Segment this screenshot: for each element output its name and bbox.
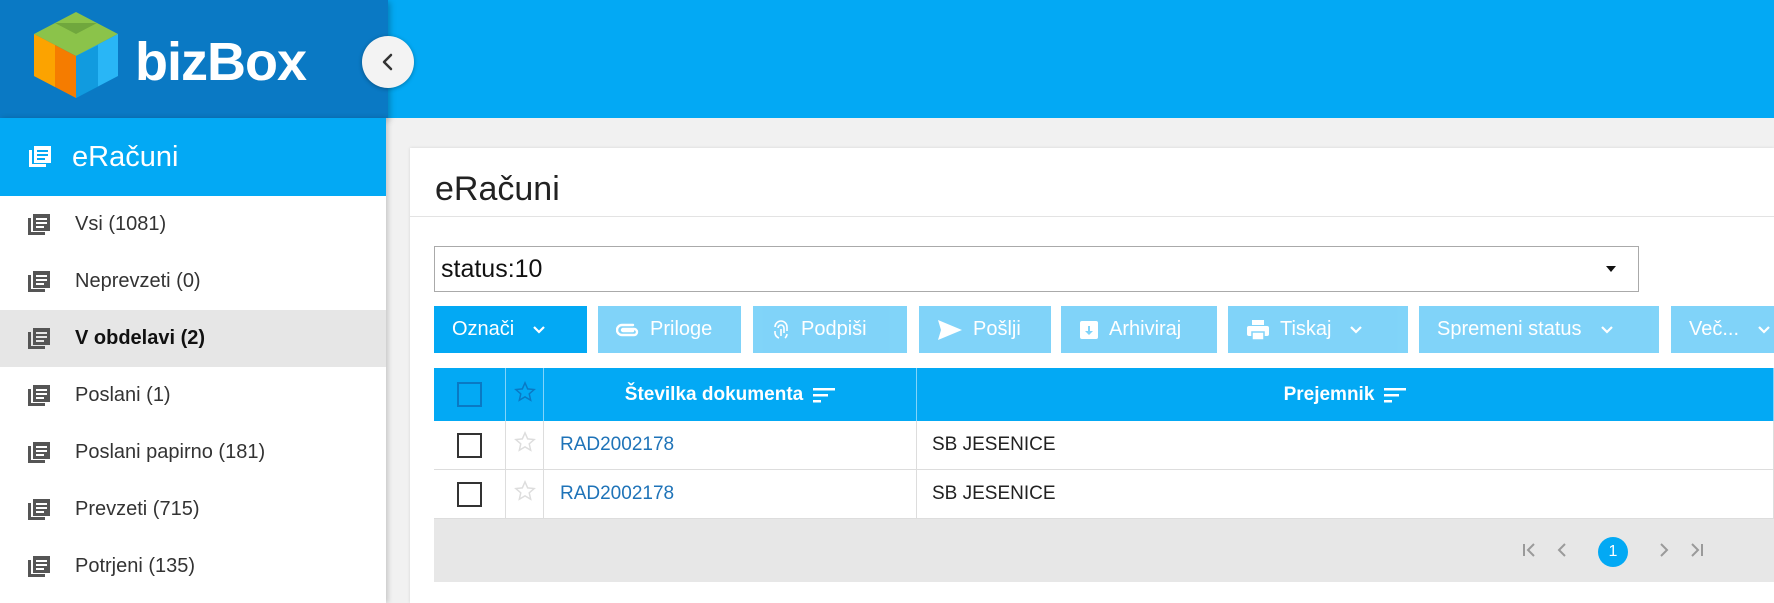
sort-icon: [1384, 387, 1407, 403]
send-icon: [937, 319, 963, 341]
poslji-button[interactable]: Pošlji: [919, 306, 1051, 353]
chevron-down-icon: [532, 323, 546, 337]
column-header-recipient-label: Prejemnik: [1283, 383, 1375, 405]
chevron-left-icon: [382, 53, 393, 71]
cube-logo-icon: [34, 12, 118, 98]
star-icon[interactable]: [513, 431, 536, 459]
list-icon: [27, 498, 51, 522]
brand-name: bizBox: [135, 32, 307, 92]
status-filter-select[interactable]: status:10: [434, 246, 1639, 292]
sidebar-item-label: Poslani (1): [75, 384, 171, 406]
tiskaj-button[interactable]: Tiskaj: [1228, 306, 1408, 353]
sidebar-item-label: Poslani papirno (181): [75, 441, 266, 463]
row-star-cell: [506, 470, 544, 518]
select-all-cell: [434, 368, 506, 421]
prev-page-icon[interactable]: [1556, 541, 1568, 564]
row-checkbox[interactable]: [457, 481, 482, 507]
pagination: 1: [1522, 537, 1704, 567]
arhiviraj-button[interactable]: Arhiviraj: [1061, 306, 1217, 353]
doc-number-cell: RAD2002178: [544, 421, 917, 469]
sidebar-item-poslani[interactable]: Poslani (1): [0, 367, 386, 424]
sidebar-item-label: Neprevzeti (0): [75, 270, 201, 292]
sidebar-item-label: V obdelavi (2): [75, 327, 206, 349]
table-row[interactable]: RAD2002178 SB JESENICE: [434, 421, 1774, 470]
row-checkbox[interactable]: [457, 432, 482, 458]
list-icon: [28, 145, 52, 169]
poslji-label: Pošlji: [973, 318, 1021, 340]
filter-value: status:10: [441, 254, 543, 283]
recipient-cell: SB JESENICE: [917, 470, 1774, 518]
column-header-recipient[interactable]: Prejemnik: [917, 368, 1774, 421]
fingerprint-icon: [771, 319, 791, 340]
column-header-doc-label: Številka dokumenta: [624, 383, 804, 405]
oznaci-button[interactable]: Označi: [434, 306, 587, 353]
sidebar-item-label: Potrjeni (135): [75, 555, 196, 577]
vec-label: Več...: [1689, 318, 1740, 340]
sidebar-item-potrjeni[interactable]: Potrjeni (135): [0, 538, 386, 595]
sidebar-item-neprevzeti[interactable]: Neprevzeti (0): [0, 253, 386, 310]
priloge-button[interactable]: Priloge: [598, 306, 741, 353]
column-header-doc[interactable]: Številka dokumenta: [544, 368, 917, 421]
doc-number-link[interactable]: RAD2002178: [560, 483, 674, 505]
printer-icon: [1246, 319, 1270, 341]
star-icon[interactable]: [513, 380, 536, 409]
grid-footer: 1: [434, 519, 1774, 582]
tiskaj-label: Tiskaj: [1280, 318, 1332, 340]
star-header-cell: [506, 368, 544, 421]
list-icon: [27, 555, 51, 579]
paperclip-icon: [616, 323, 640, 337]
archive-icon: [1079, 320, 1099, 340]
sidebar-item-vsi[interactable]: Vsi (1081): [0, 196, 386, 253]
spremeni-status-button[interactable]: Spremeni status: [1419, 306, 1659, 353]
list-icon: [27, 270, 51, 294]
current-page-button[interactable]: 1: [1598, 537, 1628, 567]
main-panel: eRačuni status:10 Označi Priloge Podpiši…: [410, 148, 1774, 603]
sidebar-item-poslani-papirno[interactable]: Poslani papirno (181): [0, 424, 386, 481]
doc-number-cell: RAD2002178: [544, 470, 917, 518]
table-row[interactable]: RAD2002178 SB JESENICE: [434, 470, 1774, 519]
recipient-cell: SB JESENICE: [917, 421, 1774, 469]
arhiviraj-label: Arhiviraj: [1109, 318, 1182, 340]
row-check-cell: [434, 470, 506, 518]
sidebar-header-label: eRačuni: [72, 140, 179, 173]
sidebar-header[interactable]: eRačuni: [0, 118, 386, 196]
row-star-cell: [506, 421, 544, 469]
chevron-down-icon: [1349, 323, 1363, 337]
oznaci-label: Označi: [452, 318, 515, 340]
sidebar-item-v-obdelavi[interactable]: V obdelavi (2): [0, 310, 386, 367]
list-icon: [27, 213, 51, 237]
sidebar: eRačuni Vsi (1081) Neprevzeti (0) V obde…: [0, 118, 386, 603]
sidebar-item-label: Vsi (1081): [75, 213, 167, 235]
chevron-down-icon: [1600, 323, 1614, 337]
priloge-label: Priloge: [650, 318, 713, 340]
list-icon: [27, 384, 51, 408]
first-page-icon[interactable]: [1522, 541, 1540, 564]
caret-down-icon: [1606, 266, 1616, 272]
divider: [410, 216, 1774, 217]
last-page-icon[interactable]: [1686, 541, 1704, 564]
collapse-sidebar-button[interactable]: [362, 36, 414, 88]
doc-number-link[interactable]: RAD2002178: [560, 434, 674, 456]
sort-icon: [813, 387, 836, 403]
podpisi-label: Podpiši: [801, 318, 867, 340]
vec-button[interactable]: Več...: [1671, 306, 1774, 353]
list-icon: [27, 441, 51, 465]
list-icon: [27, 327, 51, 351]
spremeni-status-label: Spremeni status: [1437, 318, 1582, 340]
chevron-down-icon: [1757, 323, 1771, 337]
sidebar-item-prevzeti[interactable]: Prevzeti (715): [0, 481, 386, 538]
next-page-icon[interactable]: [1658, 541, 1670, 564]
select-all-checkbox[interactable]: [457, 382, 482, 407]
podpisi-button[interactable]: Podpiši: [753, 306, 907, 353]
row-check-cell: [434, 421, 506, 469]
documents-grid: Številka dokumenta Prejemnik RAD2002178 …: [434, 368, 1774, 582]
page-title: eRačuni: [435, 170, 560, 208]
sidebar-item-label: Prevzeti (715): [75, 498, 200, 520]
grid-header: Številka dokumenta Prejemnik: [434, 368, 1774, 421]
logo-area: bizBox: [0, 0, 388, 118]
star-icon[interactable]: [513, 480, 536, 508]
